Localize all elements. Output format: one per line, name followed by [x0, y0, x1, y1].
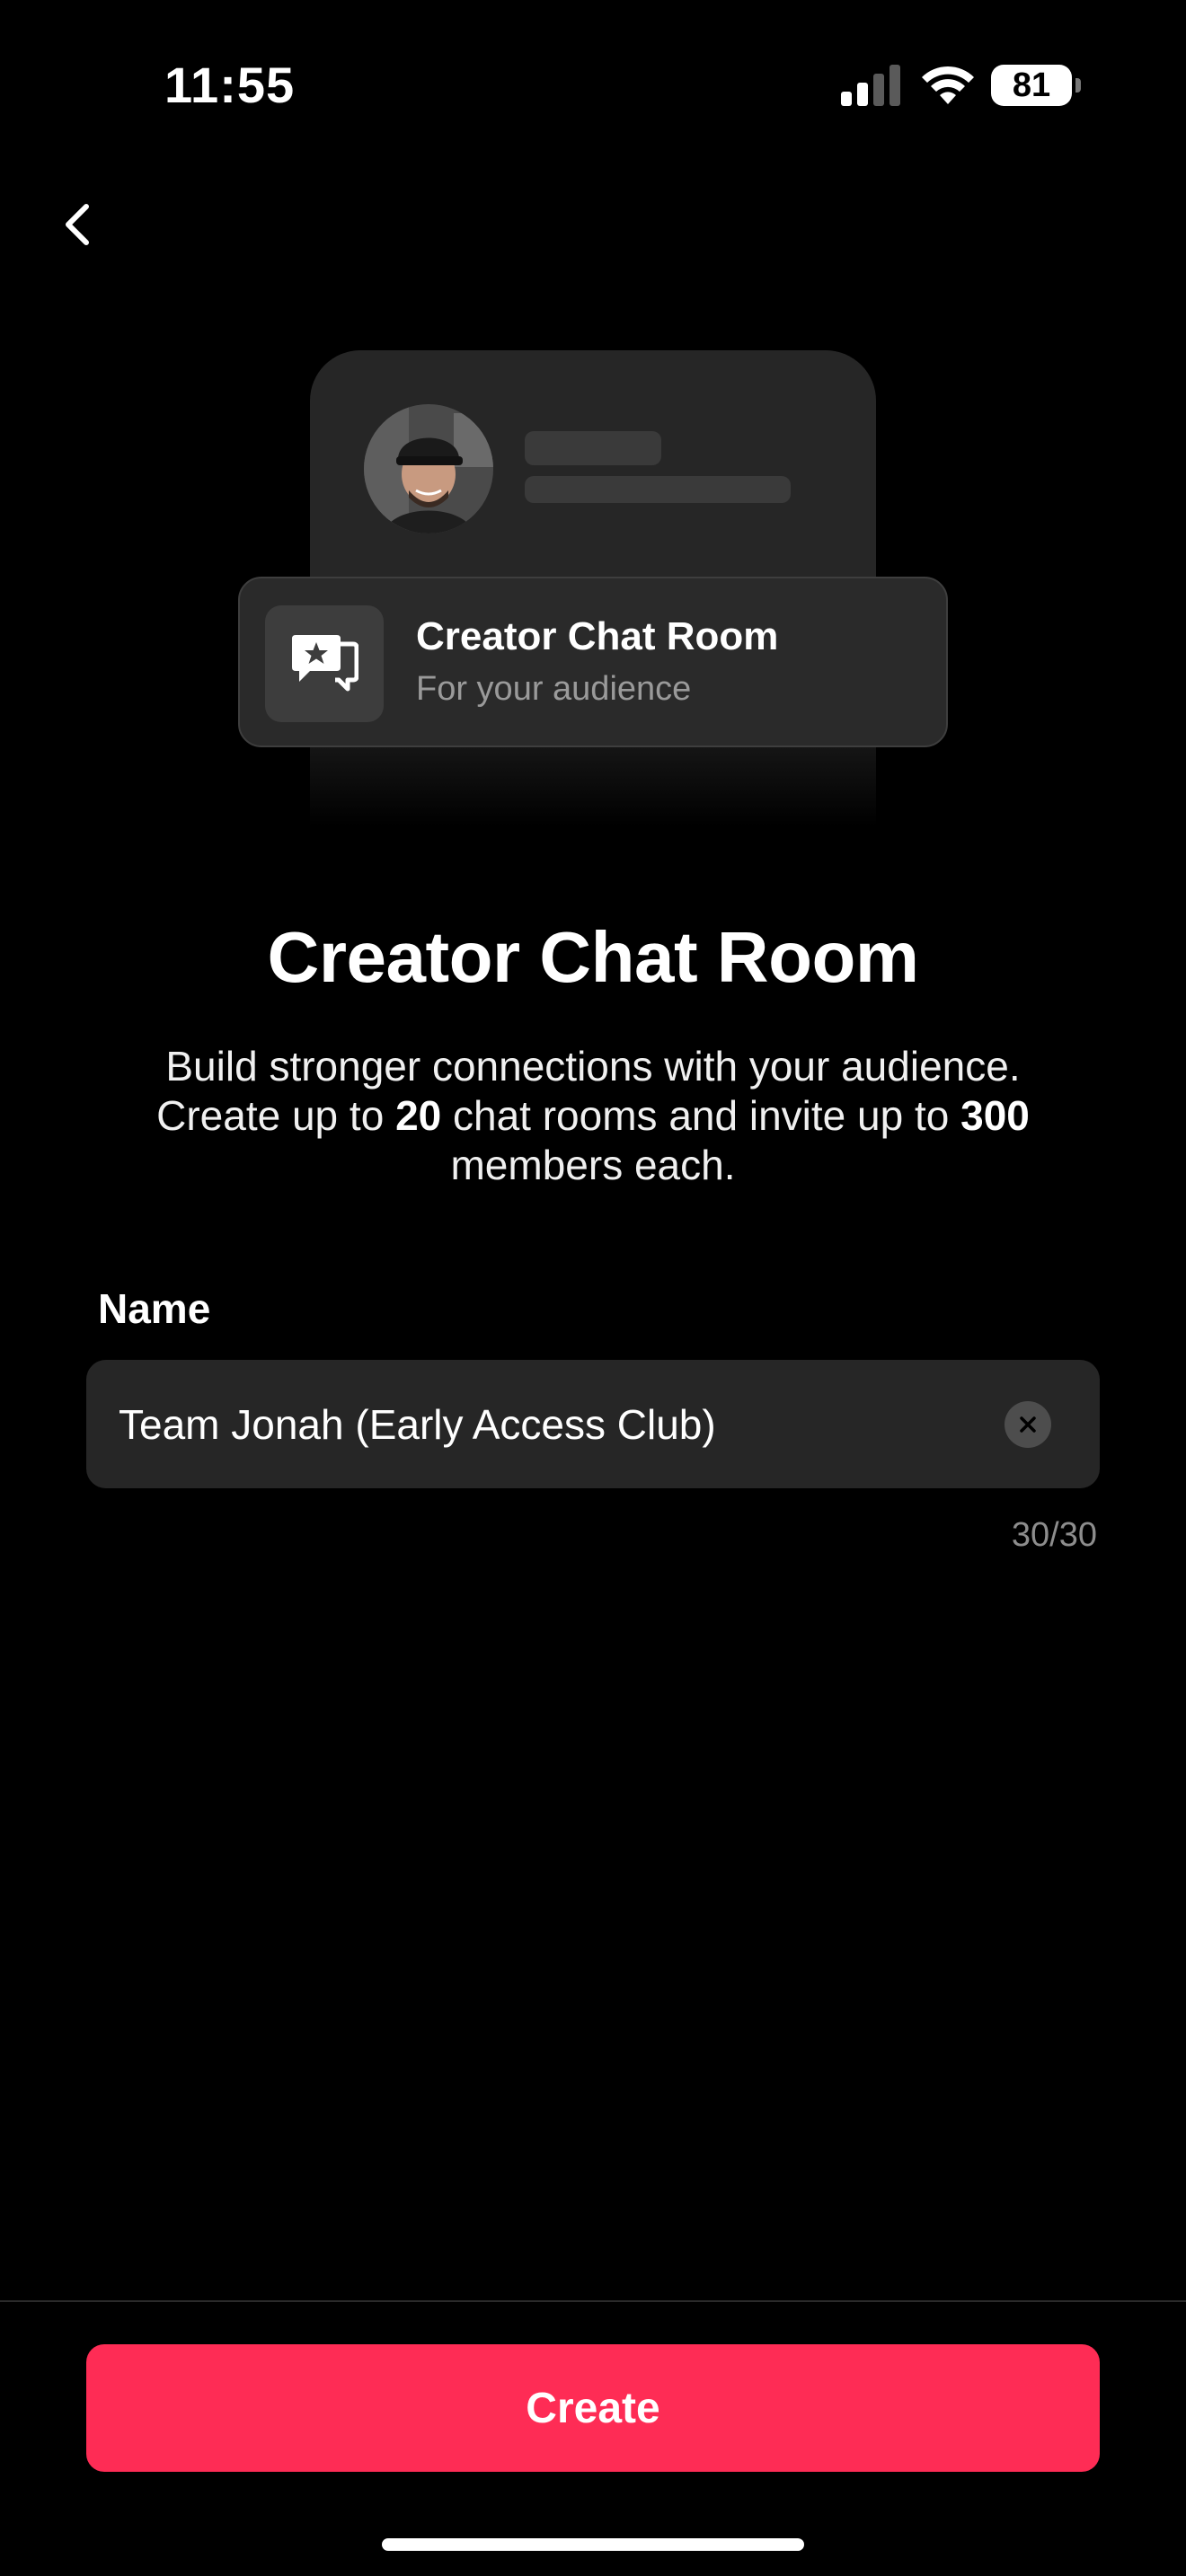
avatar: [364, 404, 493, 534]
create-button[interactable]: Create: [86, 2344, 1100, 2472]
clear-x-icon: [1020, 1416, 1036, 1433]
description-line-2: Create up to 20 chat rooms and invite up…: [81, 1091, 1105, 1141]
status-bar: 11:55 81: [0, 0, 1186, 171]
back-button[interactable]: [50, 189, 122, 260]
chevron-left-icon: [66, 204, 89, 245]
battery-icon: 81: [991, 65, 1081, 106]
page-title: Creator Chat Room: [267, 917, 919, 997]
home-indicator: [382, 2538, 804, 2551]
room-limit: 20: [395, 1092, 442, 1139]
character-counter: 30/30: [1011, 1516, 1097, 1554]
bottom-divider: [0, 2300, 1186, 2302]
preview-icon-box: [265, 605, 384, 722]
battery-level: 81: [1012, 66, 1051, 104]
description-text: Create up to: [156, 1092, 396, 1139]
name-field[interactable]: [86, 1360, 1100, 1488]
name-label: Name: [98, 1285, 211, 1332]
member-limit: 300: [960, 1092, 1030, 1139]
preview-title: Creator Chat Room: [416, 614, 779, 658]
preview-subtitle: For your audience: [416, 670, 692, 708]
chat-room-preview-card: Creator Chat Room For your audience: [238, 577, 948, 747]
clear-button[interactable]: [1005, 1401, 1051, 1448]
description-line-3: members each.: [450, 1142, 736, 1188]
placeholder-line-short: [525, 431, 661, 465]
description-line-1: Build stronger connections with your aud…: [165, 1043, 1021, 1090]
placeholder-line-long: [525, 476, 791, 503]
page-description: Build stronger connections with your aud…: [81, 1042, 1105, 1190]
wifi-icon: [922, 66, 974, 104]
status-time: 11:55: [164, 57, 296, 113]
chat-star-icon: [292, 635, 358, 692]
description-text: chat rooms and invite up to: [441, 1092, 961, 1139]
create-chat-room-screen: 11:55 81 Creator Chat Room For your audi…: [0, 0, 1186, 2576]
name-input[interactable]: [119, 1360, 981, 1488]
signal-icon: [841, 65, 900, 106]
